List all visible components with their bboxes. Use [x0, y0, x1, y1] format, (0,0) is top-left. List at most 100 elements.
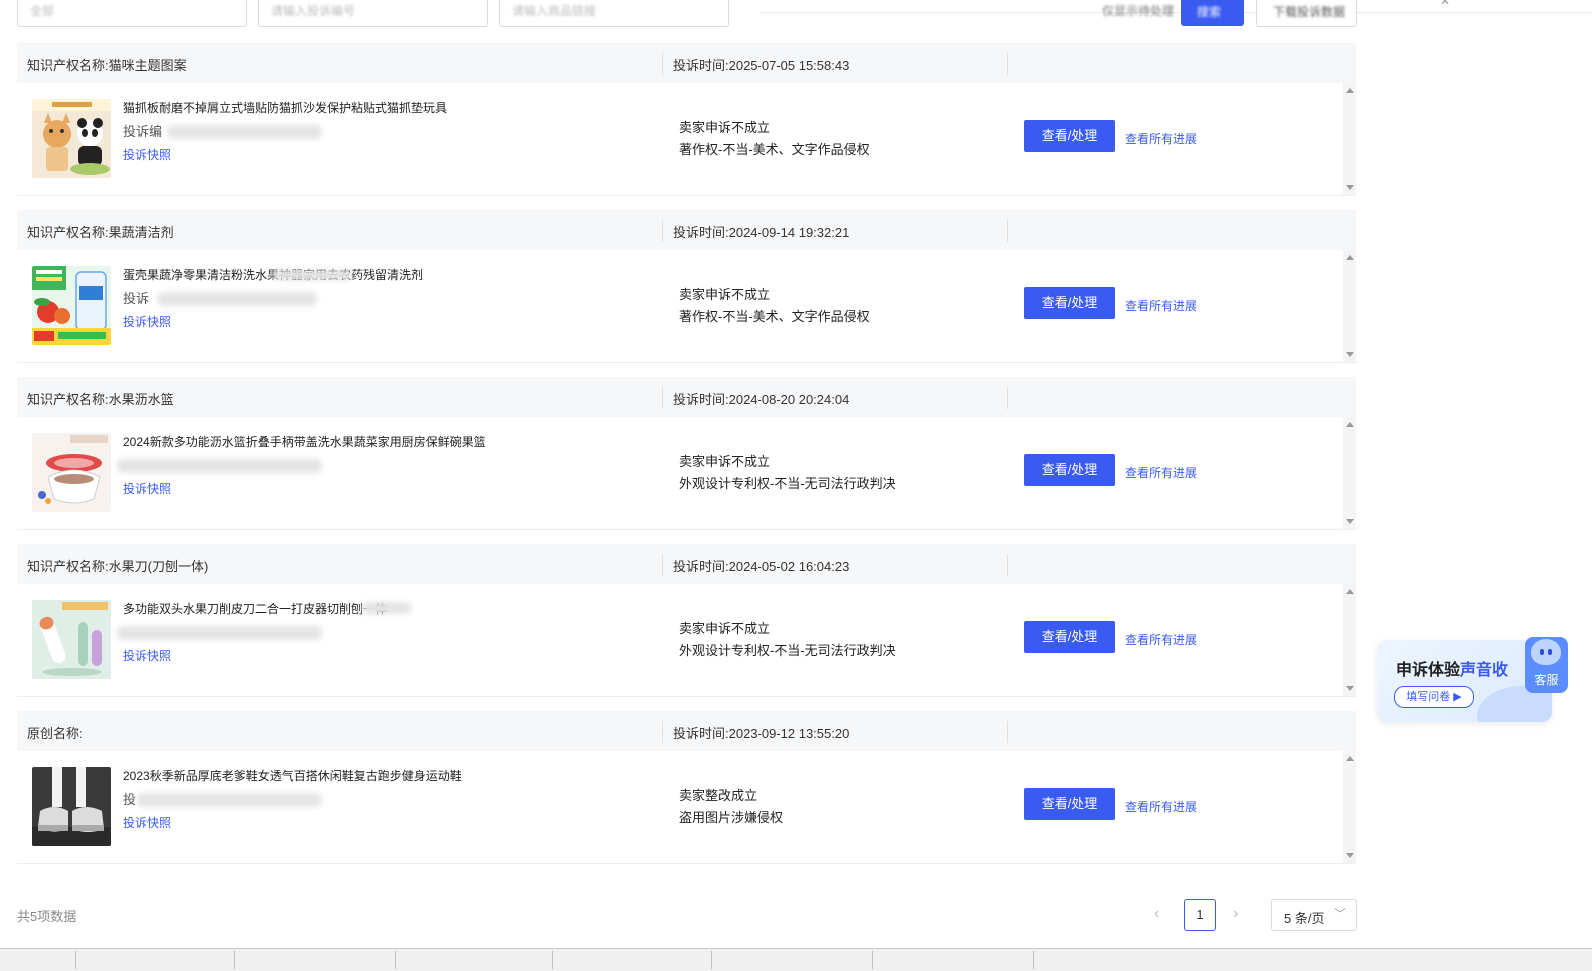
- product-thumbnail[interactable]: [32, 767, 111, 846]
- complaint-card: 知识产权名称:水果沥水篮 投诉时间:2024-08-20 20:24:04 20…: [17, 377, 1356, 530]
- scroll-down-arrow-icon[interactable]: [1346, 519, 1354, 524]
- product-link-input[interactable]: 请输入商品链接: [499, 0, 729, 27]
- pending-only-checkbox[interactable]: 仅显示待处理: [1102, 2, 1174, 19]
- snapshot-link[interactable]: 投诉快照: [123, 814, 171, 831]
- taskbar-item[interactable]: [873, 951, 1034, 969]
- complaint-card-body: 猫抓板耐磨不掉屑立式墙贴防猫抓沙发保护粘贴式猫抓垫玩具 投诉编 投诉快照 卖家申…: [17, 83, 1356, 196]
- scroll-up-arrow-icon[interactable]: [1346, 422, 1354, 427]
- search-button[interactable]: 搜索: [1181, 0, 1244, 26]
- export-button-label: 下载投诉数据: [1273, 5, 1346, 19]
- header-divider: [1007, 220, 1008, 242]
- snapshot-link[interactable]: 投诉快照: [123, 146, 171, 163]
- ip-name: 知识产权名称:水果刀(刀刨一体): [27, 559, 209, 574]
- scroll-up-arrow-icon[interactable]: [1346, 589, 1354, 594]
- view-handle-button[interactable]: 查看/处理: [1024, 454, 1115, 486]
- header-divider: [662, 387, 663, 409]
- taskbar-item[interactable]: [553, 951, 712, 969]
- product-title[interactable]: 多功能双头水果刀削皮刀二合一打皮器切削刨一体: [123, 600, 387, 617]
- taskbar-item[interactable]: [76, 951, 235, 969]
- complaint-card-header: 知识产权名称:果蔬清洁剂 投诉时间:2024-09-14 19:32:21: [17, 210, 1356, 250]
- ip-name: 知识产权名称:猫咪主题图案: [27, 58, 187, 73]
- complaint-card: 知识产权名称:水果刀(刀刨一体) 投诉时间:2024-05-02 16:04:2…: [17, 544, 1356, 697]
- scrollbar[interactable]: [1343, 751, 1356, 863]
- complaint-number-placeholder: 请输入投诉编号: [271, 4, 356, 18]
- filter-bar: 全部 请输入投诉编号 请输入商品链接 仅显示待处理 搜索 下载投诉数据 ✕: [0, 0, 1592, 30]
- scrollbar[interactable]: [1343, 417, 1356, 529]
- top-divider: [760, 12, 1592, 13]
- complaint-time: 投诉时间:2023-09-12 13:55:20: [673, 726, 850, 741]
- scroll-up-arrow-icon[interactable]: [1346, 255, 1354, 260]
- scrollbar[interactable]: [1343, 584, 1356, 696]
- survey-title-blue: 声音收: [1460, 662, 1509, 679]
- scroll-down-arrow-icon[interactable]: [1346, 185, 1354, 190]
- header-divider: [1007, 554, 1008, 576]
- product-thumbnail[interactable]: [32, 266, 111, 345]
- status-select[interactable]: 全部: [17, 0, 247, 27]
- scrollbar[interactable]: [1343, 250, 1356, 362]
- scroll-up-arrow-icon[interactable]: [1346, 756, 1354, 761]
- scroll-down-arrow-icon[interactable]: [1346, 686, 1354, 691]
- complaint-time: 投诉时间:2024-08-20 20:24:04: [673, 392, 850, 407]
- complaint-time: 投诉时间:2025-07-05 15:58:43: [673, 58, 850, 73]
- customer-service-button[interactable]: 客服: [1525, 637, 1568, 693]
- complaint-number: 投: [123, 792, 137, 807]
- redacted-text: [137, 793, 322, 807]
- view-handle-button[interactable]: 查看/处理: [1024, 287, 1115, 319]
- complaint-card-header: 原创名称: 投诉时间:2023-09-12 13:55:20: [17, 711, 1356, 751]
- product-title[interactable]: 2023秋季新品厚底老爹鞋女透气百搭休闲鞋复古跑步健身运动鞋: [123, 767, 462, 784]
- fill-survey-button[interactable]: 填写问卷 ▶: [1394, 686, 1474, 708]
- scroll-up-arrow-icon[interactable]: [1346, 88, 1354, 93]
- product-title[interactable]: 2024新款多功能沥水篮折叠手柄带盖洗水果蔬菜家用厨房保鲜碗果篮: [123, 433, 486, 450]
- complaint-number-input[interactable]: 请输入投诉编号: [258, 0, 488, 27]
- complaint-status: 卖家整改成立: [679, 788, 758, 803]
- ip-name: 知识产权名称:水果沥水篮: [27, 392, 174, 407]
- export-button[interactable]: 下载投诉数据: [1256, 0, 1357, 27]
- view-progress-link[interactable]: 查看所有进展: [1125, 464, 1197, 481]
- view-progress-link[interactable]: 查看所有进展: [1125, 798, 1197, 815]
- header-divider: [1007, 387, 1008, 409]
- redacted-text: [117, 459, 322, 473]
- redacted-text: [157, 292, 317, 306]
- page-size-select[interactable]: 5 条/页 ﹀: [1271, 899, 1357, 931]
- scroll-down-arrow-icon[interactable]: [1346, 352, 1354, 357]
- taskbar-item[interactable]: [235, 951, 396, 969]
- search-button-label: 搜索: [1197, 5, 1222, 19]
- taskbar-item[interactable]: [0, 951, 76, 969]
- complaint-status: 卖家申诉不成立: [679, 621, 771, 636]
- complaint-card-header: 知识产权名称:猫咪主题图案 投诉时间:2025-07-05 15:58:43: [17, 43, 1356, 83]
- close-icon[interactable]: ✕: [1440, 0, 1450, 8]
- view-handle-button[interactable]: 查看/处理: [1024, 120, 1115, 152]
- page-number-current[interactable]: 1: [1184, 899, 1216, 931]
- view-handle-button[interactable]: 查看/处理: [1024, 621, 1115, 653]
- complaint-time: 投诉时间:2024-05-02 16:04:23: [673, 559, 850, 574]
- survey-title: 申诉体验声音收: [1396, 656, 1508, 680]
- ip-name: 知识产权名称:果蔬清洁剂: [27, 225, 174, 240]
- snapshot-link[interactable]: 投诉快照: [123, 313, 171, 330]
- chevron-left-icon[interactable]: ‹: [1154, 905, 1159, 923]
- complaint-reason: 盗用图片涉嫌侵权: [679, 810, 784, 825]
- view-progress-link[interactable]: 查看所有进展: [1125, 297, 1197, 314]
- complaint-reason: 外观设计专利权-不当-无司法行政判决: [679, 476, 896, 491]
- ip-name: 原创名称:: [27, 726, 83, 741]
- view-progress-link[interactable]: 查看所有进展: [1125, 631, 1197, 648]
- taskbar-item[interactable]: [712, 951, 873, 969]
- snapshot-link[interactable]: 投诉快照: [123, 647, 171, 664]
- product-thumbnail[interactable]: [32, 433, 111, 512]
- complaint-card: 原创名称: 投诉时间:2023-09-12 13:55:20 2023秋季新品厚…: [17, 711, 1356, 864]
- complaint-card: 知识产权名称:猫咪主题图案 投诉时间:2025-07-05 15:58:43 猫…: [17, 43, 1356, 196]
- taskbar-item[interactable]: [396, 951, 553, 969]
- scroll-down-arrow-icon[interactable]: [1346, 853, 1354, 858]
- product-thumbnail[interactable]: [32, 600, 111, 679]
- complaint-time: 投诉时间:2024-09-14 19:32:21: [673, 225, 850, 240]
- header-divider: [662, 554, 663, 576]
- chevron-right-icon[interactable]: ›: [1233, 905, 1238, 923]
- header-divider: [662, 53, 663, 75]
- product-title[interactable]: 猫抓板耐磨不掉屑立式墙贴防猫抓沙发保护粘贴式猫抓垫玩具: [123, 99, 447, 116]
- view-progress-link[interactable]: 查看所有进展: [1125, 130, 1197, 147]
- view-handle-button[interactable]: 查看/处理: [1024, 788, 1115, 820]
- scrollbar[interactable]: [1343, 83, 1356, 195]
- snapshot-link[interactable]: 投诉快照: [123, 480, 171, 497]
- total-count: 共5项数据: [17, 909, 77, 924]
- product-thumbnail[interactable]: [32, 99, 111, 178]
- header-divider: [662, 220, 663, 242]
